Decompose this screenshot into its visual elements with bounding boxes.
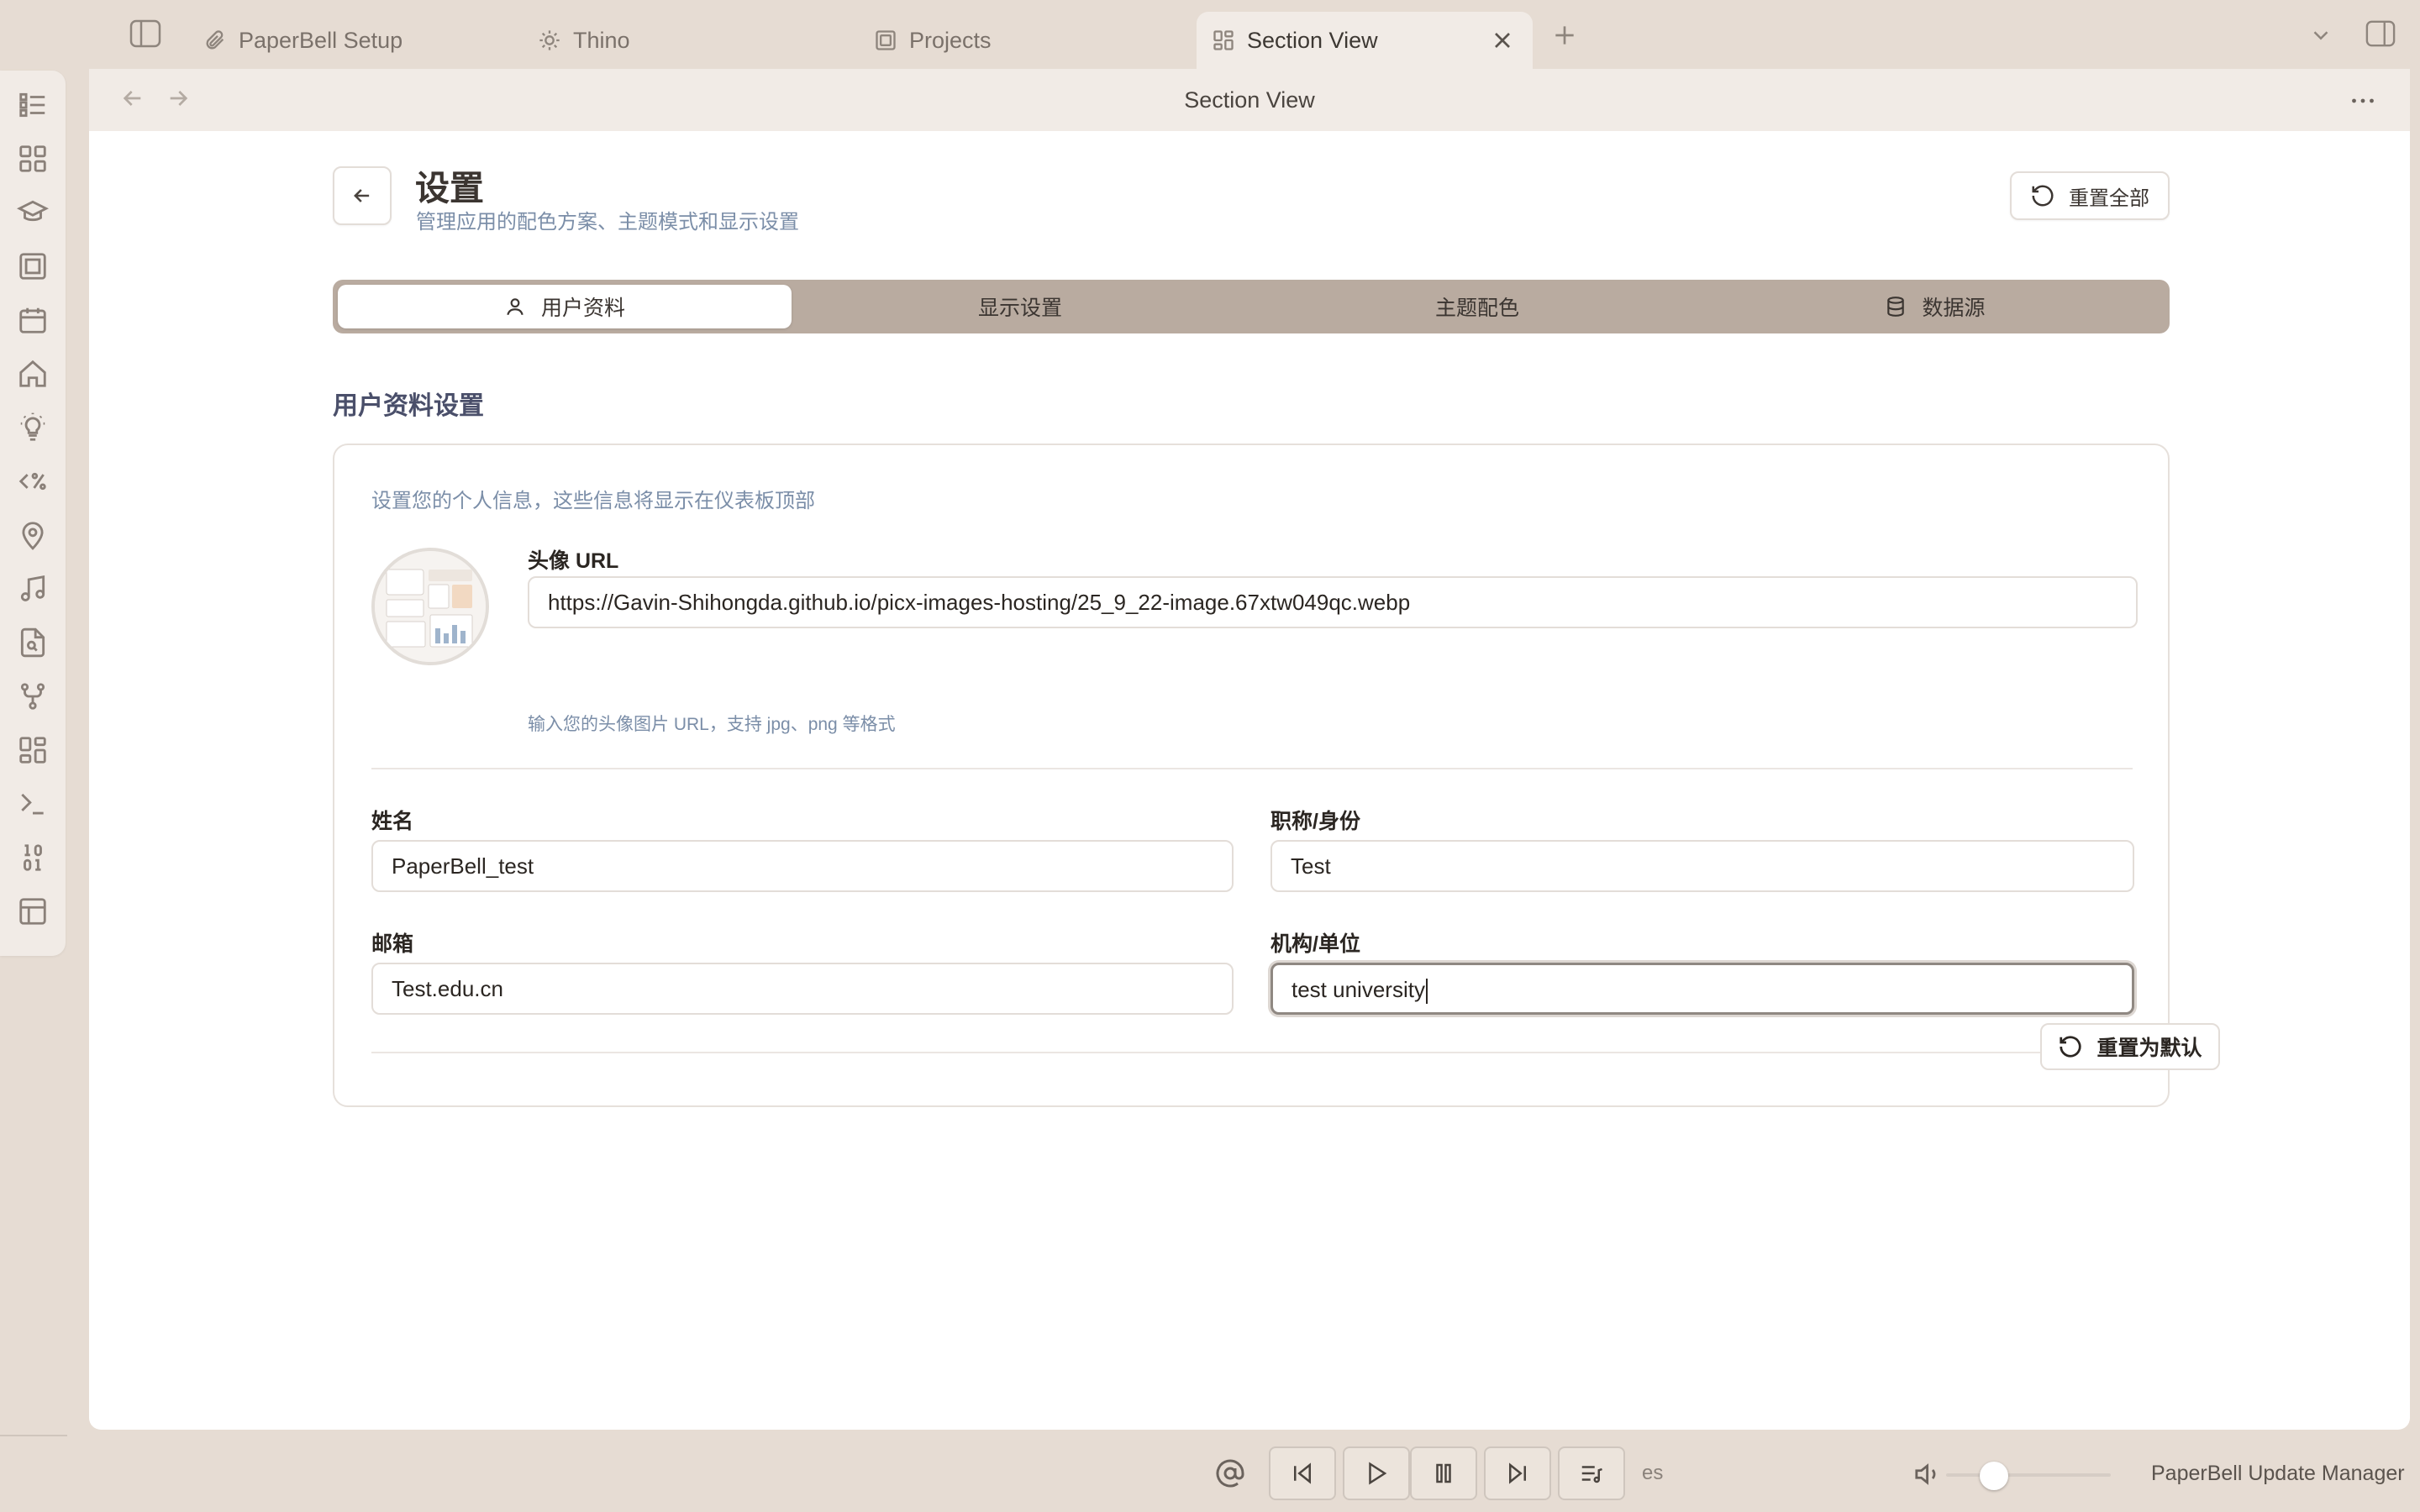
email-input[interactable]: Test.edu.cn <box>371 963 1234 1015</box>
percent-code-icon[interactable] <box>17 465 49 497</box>
tab-label: Section View <box>1247 27 1378 53</box>
tab-label: 用户资料 <box>540 297 625 320</box>
tab-bar: PaperBell Setup Thino Projects Section V… <box>0 0 2420 69</box>
arrow-left-icon <box>350 184 374 207</box>
skip-forward-button[interactable] <box>1484 1446 1551 1500</box>
more-options-icon[interactable] <box>2348 86 2378 116</box>
new-tab-plus-icon[interactable] <box>1549 20 1580 50</box>
profile-card: 设置您的个人信息，这些信息将显示在仪表板顶部 头像 URL https://Ga… <box>333 444 2220 1107</box>
music-icon[interactable] <box>17 573 49 605</box>
terminal-icon[interactable] <box>17 788 49 820</box>
rotate-ccw-icon <box>2058 1034 2083 1059</box>
tab-label: 显示设置 <box>977 297 1062 320</box>
back-button[interactable] <box>333 166 392 225</box>
skip-back-icon <box>1290 1461 1315 1486</box>
lightbulb-icon[interactable] <box>17 412 49 444</box>
layers-icon[interactable] <box>17 250 49 282</box>
tab-display-settings[interactable]: 显示设置 <box>792 285 1249 328</box>
close-icon[interactable] <box>1489 27 1516 54</box>
tab-label: Thino <box>573 27 630 53</box>
volume-icon[interactable] <box>1914 1460 1943 1488</box>
settings-tabs: 用户资料 显示设置 主题配色 数据源 <box>333 280 2170 333</box>
section-title: 用户资料设置 <box>333 392 484 420</box>
sidebar-toggle-icon[interactable] <box>128 17 163 50</box>
chevron-down-icon[interactable] <box>2306 20 2336 50</box>
paperclip-icon <box>203 29 227 52</box>
pause-button[interactable] <box>1410 1446 1477 1500</box>
name-input[interactable]: PaperBell_test <box>371 840 1234 892</box>
left-ribbon <box>0 71 66 956</box>
tab-paperbell-setup[interactable]: PaperBell Setup <box>203 12 489 69</box>
right-sidebar-toggle-icon[interactable] <box>2363 17 2398 50</box>
reset-all-button[interactable]: 重置全部 <box>2010 171 2170 220</box>
tab-section-view[interactable]: Section View <box>1197 12 1533 69</box>
avatar <box>371 548 489 665</box>
play-icon <box>1364 1461 1389 1486</box>
tab-label: 主题配色 <box>1434 297 1519 320</box>
plugin-status-label[interactable]: PaperBell Update Manager <box>2151 1462 2405 1486</box>
file-search-icon[interactable] <box>17 627 49 659</box>
divider <box>371 1052 2133 1053</box>
binary-icon[interactable] <box>17 842 49 874</box>
pause-icon <box>1431 1461 1456 1486</box>
avatar-url-input[interactable]: https://Gavin-Shihongda.github.io/picx-i… <box>528 576 2138 628</box>
dashboard-icon <box>1212 29 1235 52</box>
volume-slider[interactable] <box>1946 1473 2111 1477</box>
main-window: Section View 设置 管理应用的配色方案、主题模式和显示设置 重置全部… <box>89 69 2410 1430</box>
view-header: Section View <box>89 69 2410 131</box>
layers-icon <box>874 29 897 52</box>
layout-icon[interactable] <box>17 895 49 927</box>
card-description: 设置您的个人信息，这些信息将显示在仪表板顶部 <box>371 490 815 512</box>
page-subtitle: 管理应用的配色方案、主题模式和显示设置 <box>416 211 799 234</box>
map-pin-icon[interactable] <box>17 519 49 551</box>
reset-all-label: 重置全部 <box>2069 186 2149 210</box>
divider <box>371 768 2133 769</box>
reset-default-label: 重置为默认 <box>2096 1037 2202 1060</box>
reset-default-button[interactable]: 重置为默认 <box>2040 1023 2220 1070</box>
playlist-button[interactable] <box>1558 1446 1625 1500</box>
home-icon[interactable] <box>17 358 49 390</box>
organization-value: test university <box>1292 977 1425 1002</box>
text-caret <box>1425 979 1428 1005</box>
tab-projects[interactable]: Projects <box>874 12 1160 69</box>
tab-data-source[interactable]: 数据源 <box>1706 285 2165 328</box>
tab-label: PaperBell Setup <box>239 27 403 53</box>
at-sign-icon[interactable] <box>1215 1458 1245 1488</box>
organization-input[interactable]: test university <box>1270 963 2134 1015</box>
job-title-input[interactable]: Test <box>1270 840 2134 892</box>
skip-forward-icon <box>1505 1461 1530 1486</box>
database-icon <box>1885 296 1907 318</box>
tab-label: Projects <box>909 27 992 53</box>
status-bar <box>0 1428 2420 1512</box>
playlist-icon <box>1579 1461 1604 1486</box>
email-label: 邮箱 <box>371 932 414 956</box>
dashboard-icon[interactable] <box>17 734 49 766</box>
job-title-label: 职称/身份 <box>1270 810 1360 833</box>
view-title: Section View <box>1184 87 1315 113</box>
status-clipped-text: es <box>1642 1462 1664 1484</box>
graduation-cap-icon[interactable] <box>17 197 49 228</box>
user-icon <box>504 296 526 318</box>
name-label: 姓名 <box>371 810 414 833</box>
tab-user-profile[interactable]: 用户资料 <box>338 285 792 328</box>
avatar-url-label: 头像 URL <box>528 549 619 573</box>
skip-back-button[interactable] <box>1269 1446 1336 1500</box>
rotate-ccw-icon <box>2030 183 2055 208</box>
organization-label: 机构/单位 <box>1270 932 1360 956</box>
calendar-icon[interactable] <box>17 304 49 336</box>
tab-label: 数据源 <box>1922 297 1986 320</box>
git-fork-icon[interactable] <box>17 680 49 712</box>
page-title: 设置 <box>415 169 484 207</box>
play-button[interactable] <box>1343 1446 1410 1500</box>
grid-icon[interactable] <box>17 143 49 175</box>
ribbon-bottom-line <box>0 1435 67 1436</box>
list-icon[interactable] <box>17 89 49 121</box>
tab-thino[interactable]: Thino <box>538 12 823 69</box>
tab-theme-colors[interactable]: 主题配色 <box>1249 285 1706 328</box>
volume-slider-knob[interactable] <box>1980 1462 2008 1490</box>
avatar-url-hint: 输入您的头像图片 URL，支持 jpg、png 等格式 <box>528 715 896 734</box>
sun-icon <box>538 29 561 52</box>
